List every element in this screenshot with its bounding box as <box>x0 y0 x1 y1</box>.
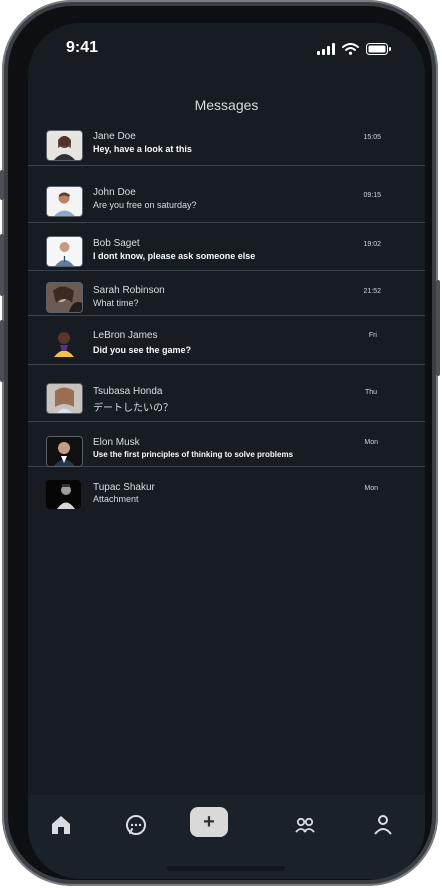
contact-name: Sarah Robinson <box>93 285 165 296</box>
groups-icon[interactable] <box>293 813 317 837</box>
new-message-button[interactable]: + <box>190 807 228 837</box>
status-icons <box>317 43 391 55</box>
message-preview: Use the first principles of thinking to … <box>93 450 294 459</box>
avatar-icon <box>47 283 82 312</box>
avatar-john-doe <box>46 186 83 217</box>
avatar-sarah-robinson <box>46 282 83 313</box>
status-time: 9:41 <box>66 39 99 56</box>
avatar-icon <box>47 437 82 466</box>
avatar-lebron-james <box>46 328 81 357</box>
messages-screen: 9:41 Messages Jane Doe Hey, have a look … <box>28 23 425 879</box>
home-indicator <box>167 866 285 871</box>
battery-icon <box>366 43 391 55</box>
avatar-elon-musk <box>46 436 83 467</box>
avatar-icon <box>47 131 82 160</box>
bottom-tab-bar: + <box>28 795 425 879</box>
message-row-tupac-shakur[interactable]: Tupac Shakur Attachment Mon <box>28 467 425 513</box>
mute-switch <box>0 170 4 200</box>
message-time: Mon <box>364 485 378 492</box>
message-time: Mon <box>364 439 378 446</box>
avatar-icon <box>47 384 82 413</box>
message-row-tsubasa-honda[interactable]: Tsubasa Honda デートしたいの？ Thu <box>28 365 425 422</box>
message-time: 15:05 <box>363 134 381 141</box>
message-time: Thu <box>364 389 377 396</box>
message-preview: Are you free on saturday? <box>93 200 197 210</box>
avatar-icon <box>46 480 81 509</box>
power-button <box>436 280 440 376</box>
message-preview: I dont know, please ask someone else <box>93 251 256 261</box>
message-time: 21:52 <box>363 288 381 295</box>
message-row-john-doe[interactable]: John Doe Are you free on saturday? 09:15 <box>28 166 425 223</box>
message-preview: Hey, have a look at this <box>93 144 192 154</box>
page-title: Messages <box>194 97 259 113</box>
message-row-lebron-james[interactable]: LeBron James Did you see the game? Fri <box>28 316 425 365</box>
message-preview: What time? <box>93 298 139 308</box>
message-time: 09:15 <box>363 192 381 199</box>
avatar-jane-doe <box>46 130 83 161</box>
signal-icon <box>317 43 335 55</box>
status-bar: 9:41 <box>28 23 425 75</box>
message-list: Jane Doe Hey, have a look at this 15:05 … <box>28 123 425 513</box>
message-time: 19:02 <box>363 241 381 248</box>
avatar-bob-saget <box>46 236 83 267</box>
avatar-icon <box>47 237 82 266</box>
wifi-icon <box>342 43 359 55</box>
contact-name: Elon Musk <box>93 437 140 448</box>
message-time: Fri <box>368 332 377 339</box>
contact-name: Tupac Shakur <box>93 482 155 493</box>
contact-name: Bob Saget <box>93 238 140 249</box>
message-row-sarah-robinson[interactable]: Sarah Robinson What time? 21:52 <box>28 271 425 316</box>
home-icon[interactable] <box>49 813 73 837</box>
message-row-jane-doe[interactable]: Jane Doe Hey, have a look at this 15:05 <box>28 123 425 166</box>
message-row-elon-musk[interactable]: Elon Musk Use the first principles of th… <box>28 422 425 467</box>
contact-name: Tsubasa Honda <box>93 386 163 397</box>
phone-bezel: 9:41 Messages Jane Doe Hey, have a look … <box>8 6 432 880</box>
chat-icon[interactable] <box>124 813 148 837</box>
phone-frame: 9:41 Messages Jane Doe Hey, have a look … <box>0 0 440 886</box>
avatar-tsubasa-honda <box>46 383 83 414</box>
message-row-bob-saget[interactable]: Bob Saget I dont know, please ask someon… <box>28 223 425 271</box>
volume-up-button <box>0 234 4 296</box>
avatar-icon <box>47 187 82 216</box>
message-preview: Attachment <box>93 494 139 504</box>
volume-down-button <box>0 320 4 382</box>
avatar-icon <box>46 328 81 357</box>
contact-name: Jane Doe <box>93 131 136 142</box>
contact-name: John Doe <box>93 187 136 198</box>
message-preview: Did you see the game? <box>93 345 192 355</box>
contact-name: LeBron James <box>93 330 158 341</box>
avatar-tupac-shakur <box>46 480 81 509</box>
message-preview: デートしたいの？ <box>93 403 173 414</box>
profile-icon[interactable] <box>371 813 395 837</box>
